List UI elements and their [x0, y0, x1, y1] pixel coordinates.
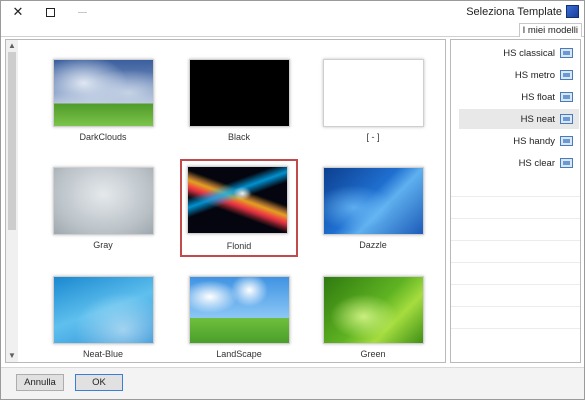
template-tile-gray[interactable]: Gray — [48, 162, 162, 258]
template-thumbnail — [323, 59, 424, 127]
layout-icon — [560, 114, 573, 124]
template-thumbnail — [189, 59, 290, 127]
dialog-footer: Annulla OK — [1, 367, 584, 399]
list-divider — [451, 284, 580, 285]
template-tile-dazzle[interactable]: Dazzle — [318, 162, 432, 258]
template-label: Dazzle — [359, 240, 387, 250]
layout-icon — [560, 158, 573, 168]
template-tile-flonid[interactable]: Flonid — [180, 159, 298, 257]
style-item-hs-metro[interactable]: HS metro — [459, 65, 579, 85]
template-label: LandScape — [216, 349, 262, 359]
template-tile-darkclouds[interactable]: DarkClouds — [48, 54, 162, 150]
layout-icon — [560, 92, 573, 102]
template-label: Neat-Blue — [82, 349, 124, 359]
template-thumbnail — [323, 276, 424, 344]
tab-my-templates[interactable]: I miei modelli — [518, 23, 582, 37]
list-divider — [451, 306, 580, 307]
scroll-up-icon[interactable]: ▲ — [6, 40, 18, 52]
list-divider — [451, 240, 580, 241]
scroll-down-icon[interactable]: ▼ — [6, 350, 18, 362]
app-icon — [566, 5, 579, 18]
style-list: HS classical HS metro HS float HS neat H… — [450, 39, 581, 363]
template-label: DarkClouds — [79, 132, 127, 142]
template-thumbnail — [53, 276, 154, 344]
style-item-label: HS neat — [520, 113, 555, 125]
template-label: [ - ] — [366, 132, 380, 142]
window-title: Seleziona Template — [466, 6, 562, 18]
title-bar: ✕ Seleziona Template — [1, 1, 584, 23]
template-tile-neat-blue[interactable]: Neat-Blue — [48, 271, 162, 362]
style-item-hs-float[interactable]: HS float — [459, 87, 579, 107]
template-thumbnail — [53, 167, 154, 235]
style-item-label: HS classical — [503, 47, 555, 59]
layout-icon — [560, 48, 573, 58]
template-tile-green[interactable]: Green — [318, 271, 432, 362]
vertical-scrollbar[interactable]: ▲ ▼ — [6, 40, 18, 362]
style-item-label: HS clear — [518, 157, 555, 169]
list-divider — [451, 328, 580, 329]
template-thumbnail — [323, 167, 424, 235]
style-item-hs-handy[interactable]: HS handy — [459, 131, 579, 151]
list-divider — [451, 218, 580, 219]
template-label: Gray — [93, 240, 113, 250]
template-dialog: ✕ Seleziona Template I miei modelli ▲ ▼ … — [0, 0, 585, 400]
template-thumbnail — [187, 166, 288, 234]
template-label: Black — [227, 132, 250, 142]
scrollbar-thumb[interactable] — [8, 52, 16, 230]
minimize-icon[interactable] — [67, 1, 97, 23]
cancel-button[interactable]: Annulla — [16, 374, 64, 391]
template-tile-landscape[interactable]: LandScape — [184, 271, 298, 362]
layout-icon — [560, 136, 573, 146]
style-item-label: HS metro — [514, 69, 555, 81]
style-item-label: HS float — [521, 91, 555, 103]
style-item-hs-classical[interactable]: HS classical — [459, 43, 579, 63]
template-gallery: ▲ ▼ DarkClouds Black [ - ] Gray Flonid D… — [5, 39, 446, 363]
style-item-hs-clear[interactable]: HS clear — [459, 153, 579, 173]
ok-button[interactable]: OK — [75, 374, 123, 391]
style-item-label: HS handy — [513, 135, 555, 147]
template-label: Flonid — [226, 241, 252, 251]
template-label: Green — [360, 349, 386, 359]
layout-icon — [560, 70, 573, 80]
template-tile-blank[interactable]: [ - ] — [318, 54, 432, 150]
template-thumbnail — [189, 276, 290, 344]
tab-strip: I miei modelli — [1, 23, 584, 37]
close-icon[interactable]: ✕ — [3, 1, 33, 23]
style-item-hs-neat[interactable]: HS neat — [459, 109, 579, 129]
template-thumbnail — [53, 59, 154, 127]
template-tile-black[interactable]: Black — [184, 54, 298, 150]
maximize-icon[interactable] — [35, 1, 65, 23]
list-divider — [451, 196, 580, 197]
list-divider — [451, 262, 580, 263]
